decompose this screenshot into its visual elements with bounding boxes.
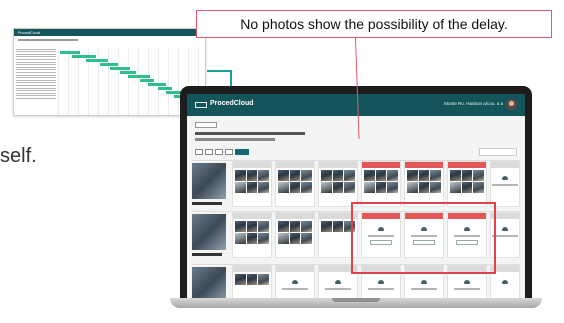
photo-column[interactable] [447, 161, 487, 207]
photo-column[interactable] [318, 161, 358, 207]
gantt-bar [72, 55, 96, 58]
back-button[interactable] [195, 122, 217, 128]
arrow-connector [207, 70, 232, 72]
photo-column-empty[interactable] [275, 265, 315, 300]
delay-highlight [351, 202, 496, 274]
inset-logo: ProcedCloud [18, 31, 40, 35]
section-photo [192, 163, 226, 199]
photo-column[interactable] [232, 212, 272, 258]
gantt-bar [86, 59, 108, 62]
toolbar-button[interactable] [205, 149, 213, 155]
inset-task-list [16, 47, 56, 115]
photo-column[interactable] [232, 265, 272, 300]
gantt-bar [128, 75, 150, 78]
laptop: ProcedCloud Monte Ro. Hanbon a/cou. a a [170, 86, 542, 314]
section [192, 160, 520, 208]
app-logo-icon [195, 102, 207, 108]
photo-column[interactable] [275, 161, 315, 207]
cloud-upload-icon [421, 280, 427, 284]
photo-column[interactable] [404, 161, 444, 207]
cloud-upload-icon [378, 280, 384, 284]
laptop-screen: ProcedCloud Monte Ro. Hanbon a/cou. a a [187, 94, 525, 300]
cloud-upload-icon [464, 280, 470, 284]
cloud-upload-icon [502, 280, 508, 284]
caption-fragment: self. [0, 145, 37, 167]
toolbar-button[interactable] [195, 149, 203, 155]
toolbar-primary-button[interactable] [235, 149, 249, 155]
section-title [192, 202, 222, 205]
cloud-upload-icon [335, 280, 341, 284]
project-title [195, 132, 305, 135]
inset-subtitle [18, 39, 78, 41]
inset-header [14, 29, 205, 36]
photo-column[interactable] [361, 161, 401, 207]
cloud-upload-icon [502, 227, 508, 231]
toolbar-button[interactable] [215, 149, 223, 155]
avatar[interactable] [506, 99, 517, 110]
gantt-bar [120, 71, 136, 74]
cloud-upload-icon [292, 280, 298, 284]
photo-column[interactable] [232, 161, 272, 207]
app-name: ProcedCloud [210, 100, 254, 107]
search-input[interactable] [479, 148, 517, 156]
section-photo [192, 214, 226, 250]
photo-column[interactable] [275, 212, 315, 258]
photo-column-empty[interactable] [490, 161, 520, 207]
toolbar-button[interactable] [225, 149, 233, 155]
gantt-bar [110, 67, 130, 70]
section-photo [192, 267, 226, 300]
callout-box: No photos show the possibility of the de… [196, 10, 552, 38]
user-label[interactable]: Monte Ro. Hanbon a/cou. a a [444, 101, 503, 106]
gantt-bar [60, 51, 80, 54]
section-label [192, 214, 226, 256]
section-label [192, 163, 226, 205]
cloud-upload-icon [502, 176, 508, 180]
section-title [192, 253, 222, 256]
app-header: ProcedCloud Monte Ro. Hanbon a/cou. a a [187, 94, 525, 116]
laptop-notch [332, 298, 380, 302]
gantt-bar [148, 83, 166, 86]
project-subtitle [195, 138, 275, 141]
gantt-bar [100, 63, 118, 66]
section-label [192, 267, 226, 300]
gantt-bar [140, 79, 154, 82]
